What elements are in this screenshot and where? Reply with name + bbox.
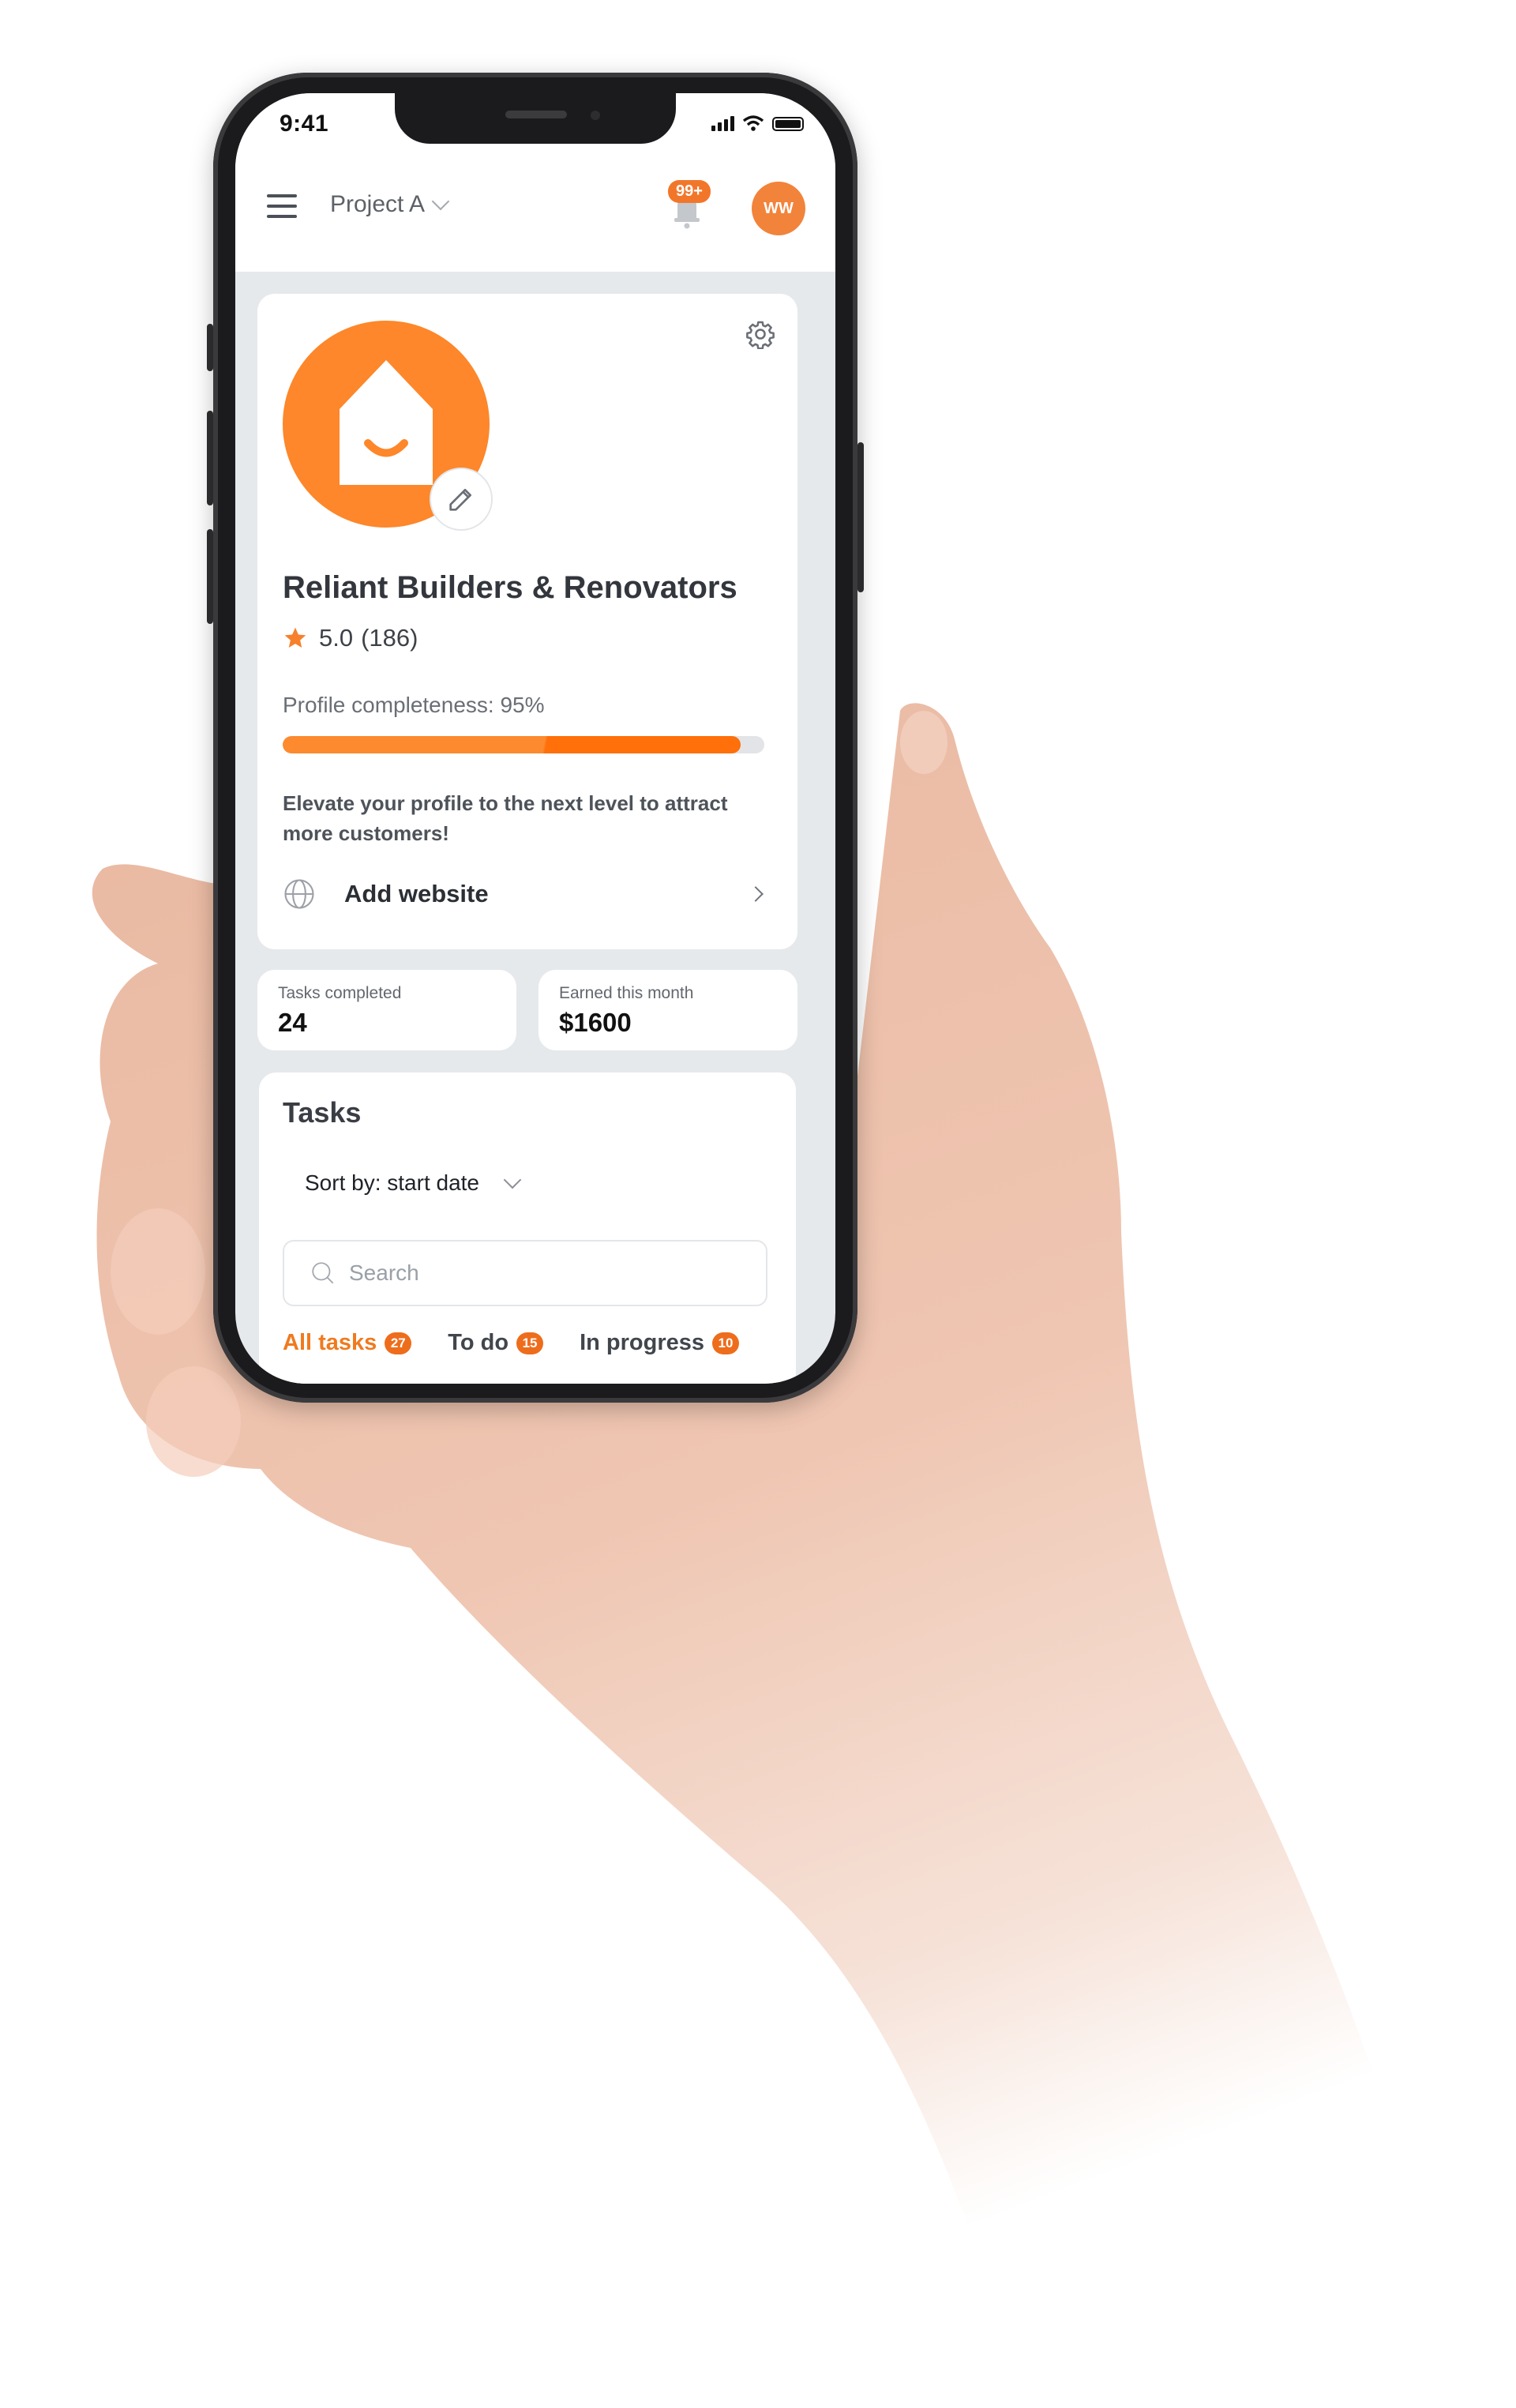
profile-completeness-bar bbox=[283, 736, 764, 753]
chevron-right-icon bbox=[748, 886, 764, 902]
stat-value: 24 bbox=[278, 1008, 307, 1037]
tab-label: All tasks bbox=[283, 1330, 377, 1355]
pencil-icon bbox=[449, 489, 471, 511]
wifi-icon bbox=[742, 115, 764, 131]
star-icon bbox=[284, 627, 306, 648]
stat-value: $1600 bbox=[559, 1008, 632, 1037]
signal-icon bbox=[711, 116, 734, 131]
tasks-title: Tasks bbox=[283, 1096, 362, 1129]
tab-label: To do bbox=[448, 1330, 509, 1355]
add-website-label: Add website bbox=[344, 880, 489, 907]
rating-value: 5.0 bbox=[319, 624, 354, 652]
sort-dropdown[interactable]: Sort by: start date bbox=[305, 1170, 522, 1196]
tab-count-badge: 10 bbox=[712, 1332, 739, 1354]
search-icon bbox=[312, 1262, 334, 1284]
chevron-down-icon bbox=[503, 1170, 522, 1189]
tab-count-badge: 15 bbox=[516, 1332, 544, 1354]
profile-completeness-label: Profile completeness: 95% bbox=[283, 693, 545, 717]
gear-icon[interactable] bbox=[745, 319, 775, 349]
status-icons bbox=[711, 115, 804, 131]
battery-icon bbox=[772, 117, 804, 131]
status-time: 9:41 bbox=[280, 111, 329, 137]
phone-screen: 9:41 Project A 99+ WW Reliant Builders &… bbox=[235, 93, 835, 1384]
add-website-row[interactable]: Add website bbox=[283, 870, 772, 918]
app-header: Project A 99+ WW bbox=[235, 156, 835, 272]
phone-speaker bbox=[505, 111, 567, 118]
profile-completeness-fill bbox=[283, 736, 741, 753]
tasks-card: Tasks Sort by: start date All tasks 27 T… bbox=[259, 1073, 796, 1384]
search-field[interactable] bbox=[283, 1240, 767, 1306]
rating: 5.0 (186) bbox=[283, 624, 418, 652]
user-avatar[interactable]: WW bbox=[752, 182, 805, 235]
sort-label: Sort by: start date bbox=[305, 1170, 479, 1195]
phone-camera bbox=[591, 111, 600, 120]
tab-in-progress[interactable]: In progress 10 bbox=[580, 1330, 739, 1356]
hamburger-menu-icon[interactable] bbox=[267, 194, 297, 218]
stat-label: Tasks completed bbox=[278, 984, 402, 1002]
elevate-message: Elevate your profile to the next level t… bbox=[283, 791, 728, 845]
search-input[interactable] bbox=[347, 1260, 666, 1287]
business-name: Reliant Builders & Renovators bbox=[283, 570, 737, 605]
stat-card-tasks-completed: Tasks completed 24 bbox=[257, 970, 516, 1050]
tab-all-tasks[interactable]: All tasks 27 bbox=[283, 1330, 412, 1356]
project-selector[interactable]: Project A bbox=[330, 191, 450, 218]
notification-badge: 99+ bbox=[668, 180, 711, 203]
review-count: (186) bbox=[361, 624, 418, 652]
chevron-down-icon bbox=[431, 192, 450, 211]
edit-logo-button[interactable] bbox=[430, 468, 493, 531]
phone-power-button bbox=[857, 442, 864, 592]
phone-notch bbox=[395, 93, 676, 144]
tab-count-badge: 27 bbox=[385, 1332, 412, 1354]
tab-label: In progress bbox=[580, 1330, 704, 1355]
phone-mute-switch bbox=[207, 324, 213, 371]
profile-card: Reliant Builders & Renovators 5.0 (186) … bbox=[257, 294, 797, 949]
project-label: Project A bbox=[330, 191, 426, 217]
tab-to-do[interactable]: To do 15 bbox=[448, 1330, 544, 1356]
task-tabs: All tasks 27 To do 15 In progress 10 bbox=[283, 1330, 739, 1356]
stat-card-earned-this-month: Earned this month $1600 bbox=[538, 970, 797, 1050]
phone-volume-down bbox=[207, 529, 213, 624]
globe-icon bbox=[284, 879, 314, 909]
phone-volume-up bbox=[207, 411, 213, 505]
stat-label: Earned this month bbox=[559, 984, 694, 1002]
